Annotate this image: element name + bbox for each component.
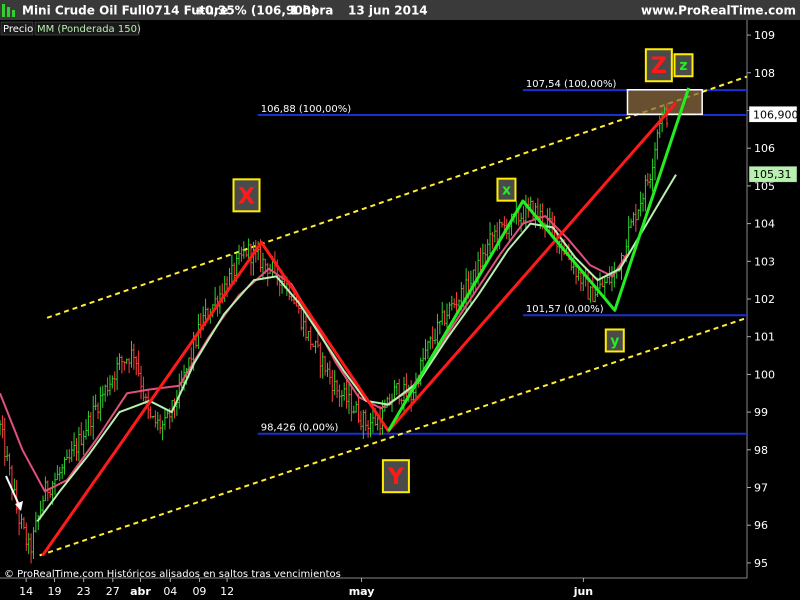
fib-level-label: 98,426 (0,00%) [261,423,339,434]
y-tick-label: 109 [754,29,775,42]
indicator-legend: Precio MM (Ponderada 150) [0,21,141,36]
wave-label-text: X [238,184,255,209]
x-tick-label: abr [130,585,151,598]
x-tick-label: jun [573,585,593,598]
wave-label-text: Z [651,54,667,79]
y-tick-label: 98 [754,444,768,457]
y-tick-label: 106 [754,142,775,155]
chart-date: 13 jun 2014 [348,4,428,18]
wave-label-text: y [610,333,619,349]
wave-label-text: x [502,183,511,199]
header-icon-bar [2,4,5,17]
y-tick-label: 95 [754,557,768,570]
y-tick-label: 108 [754,67,775,80]
price-chart[interactable]: 107,54 (100,00%) 106,88 (100,00%) 101,57 (… [0,0,800,600]
x-tick-label: 12 [220,585,234,598]
y-tick-label: 99 [754,406,768,419]
footer-copyright: © ProRealTime.com Históricos alisados en… [4,568,341,580]
x-tick-label: may [349,585,375,598]
header-icon-bar [12,10,15,17]
x-tick-label: 09 [192,585,206,598]
timeframe: 1 hora [290,4,333,18]
x-tick-label: 04 [163,585,177,598]
wave-label-text: Y [387,465,405,490]
last-price-tag-text: 106,900 [753,108,799,121]
price-legend: Precio [3,24,33,35]
wave-label-text: z [679,58,687,74]
fib-level-label: 101,57 (0,00%) [526,304,604,315]
wma-last-tag-text: 105,31 [753,168,792,181]
y-tick-label: 103 [754,255,775,268]
y-tick-label: 97 [754,482,768,495]
header-icon-bar [7,7,10,17]
y-tick-label: 102 [754,293,775,306]
x-tick-label: 19 [48,585,62,598]
y-tick-label: 100 [754,368,775,381]
site-name: www.ProRealTime.com [641,4,796,18]
y-tick-label: 96 [754,519,768,532]
x-tick-label: 14 [19,585,33,598]
y-tick-label: 104 [754,218,775,231]
fib-level-label: 107,54 (100,00%) [526,79,617,90]
wma-legend: MM (Ponderada 150) [37,24,141,35]
y-tick-label: 101 [754,331,775,344]
x-tick-label: 27 [106,585,120,598]
header-bar: Mini Crude Oil Full0714 Future +0,35% (1… [0,0,800,20]
fib-level-label: 106,88 (100,00%) [261,104,352,115]
x-tick-label: 23 [77,585,91,598]
